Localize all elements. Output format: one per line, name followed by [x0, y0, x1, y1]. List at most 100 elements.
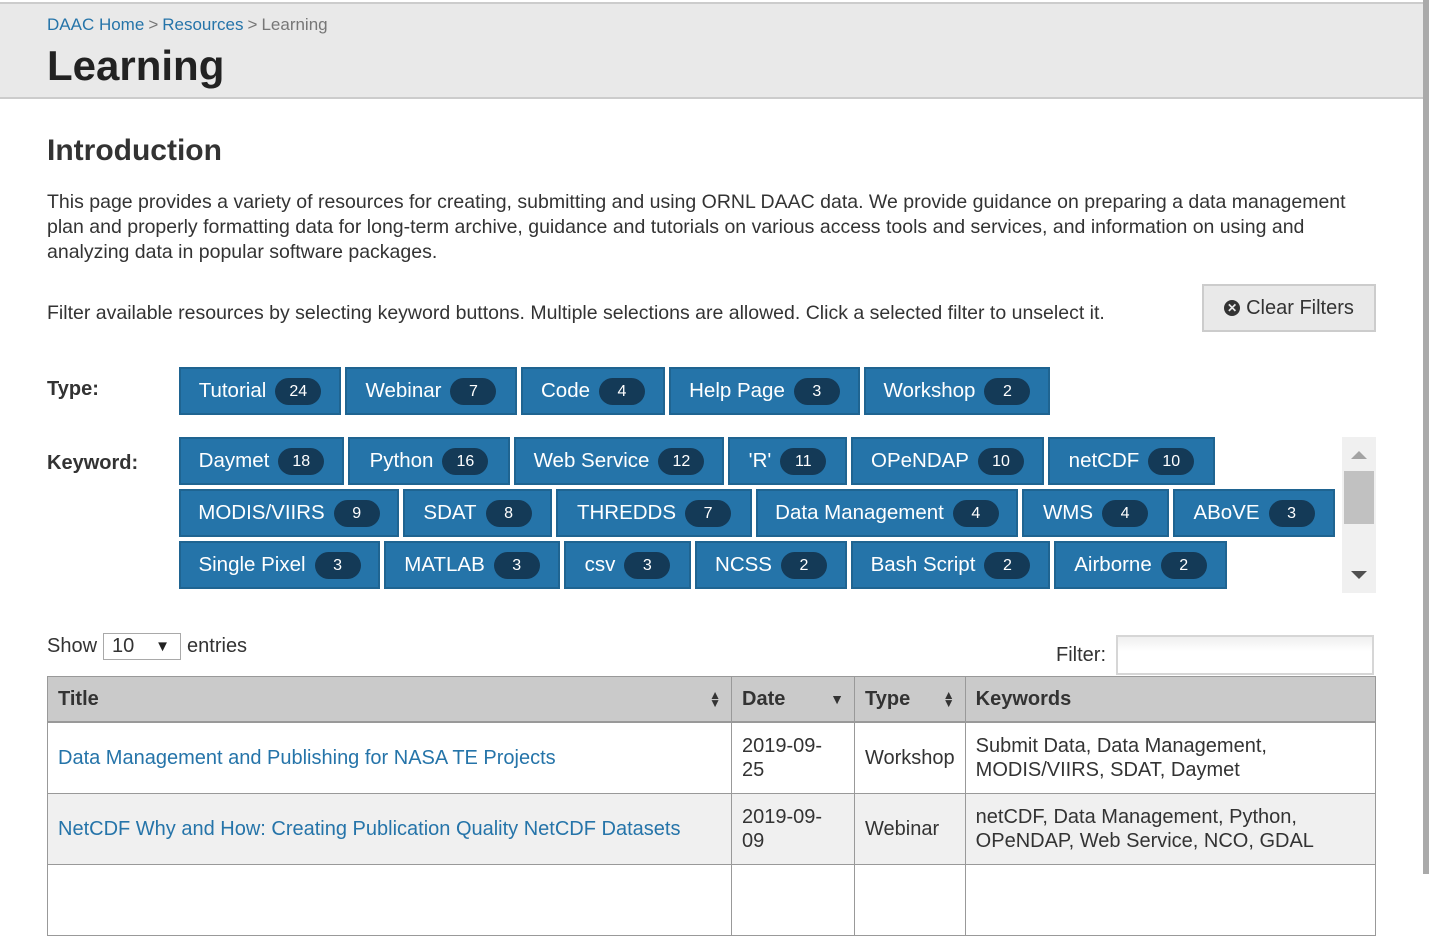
type-filter-buttons: Tutorial 24 Webinar 7 Code 4 Help Page 3 Wor… [179, 367, 1054, 419]
resource-link[interactable]: Data Management and Publishing for NASA … [58, 747, 556, 769]
page-title: Learning [47, 42, 225, 89]
keyword-button-sdat[interactable]: SDAT 8 [403, 489, 552, 537]
keyword-button-airborne[interactable]: Airborne 2 [1054, 541, 1227, 589]
count-badge: 9 [333, 499, 380, 527]
breadcrumb-current: Learning [261, 15, 328, 34]
cell-date [731, 864, 855, 936]
type-button-webinar[interactable]: Webinar 7 [345, 367, 517, 415]
type-button-tutorial[interactable]: Tutorial 24 [179, 367, 341, 415]
keyword-button-label: SDAT [423, 501, 477, 524]
cell-type: Webinar [854, 793, 966, 865]
breadcrumb-resources[interactable]: Resources [162, 15, 243, 34]
count-badge: 3 [624, 551, 671, 579]
keyword-button-web-service[interactable]: Web Service 12 [514, 437, 724, 485]
keyword-button-opendap[interactable]: OPeNDAP 10 [851, 437, 1044, 485]
cell-type: Workshop [854, 721, 966, 794]
count-badge: 4 [1102, 499, 1149, 527]
entries-label: entries [187, 635, 248, 657]
keyword-button-python[interactable]: Python 16 [348, 437, 510, 485]
column-header-title[interactable]: Title ▲ ▼ [47, 676, 732, 723]
count-badge: 18 [278, 447, 325, 475]
cell-date: 2019-09-25 [731, 721, 855, 794]
keyword-button-csv[interactable]: csv 3 [564, 541, 691, 589]
count-badge: 10 [977, 447, 1024, 475]
count-badge: 3 [1268, 499, 1315, 527]
scrollbar-thumb[interactable] [1344, 471, 1374, 524]
clear-filters-label: Clear Filters [1246, 296, 1354, 319]
breadcrumb-separator: > [148, 15, 159, 34]
keyword-button-label: 'R' [748, 449, 772, 472]
type-button-label: Help Page [689, 379, 785, 402]
cell-title [47, 864, 732, 936]
keyword-button-label: NCSS [715, 553, 772, 576]
page-length-select[interactable]: 10 ▼ [103, 633, 182, 660]
type-button-workshop[interactable]: Workshop 2 [864, 367, 1050, 415]
cell-title: Data Management and Publishing for NASA … [47, 721, 732, 794]
count-badge: 2 [984, 551, 1031, 579]
keyword-button-label: THREDDS [576, 501, 677, 524]
breadcrumb-daac-home[interactable]: DAAC Home [47, 15, 144, 34]
count-badge: 11 [780, 447, 827, 475]
keyword-button-label: Python [369, 449, 434, 472]
clear-filters-button[interactable]: ✕ Clear Filters [1202, 284, 1376, 332]
caret-down-icon: ▼ [155, 638, 171, 655]
keyword-button-modis-viirs[interactable]: MODIS/VIIRS 9 [179, 489, 399, 537]
count-badge: 16 [442, 447, 489, 475]
keyword-button-single-pixel[interactable]: Single Pixel 3 [179, 541, 380, 589]
column-header-label: Date [742, 687, 786, 710]
keyword-button-label: ABoVE [1193, 501, 1260, 524]
keyword-button-label: Data Management [775, 501, 944, 524]
keyword-button-ncss[interactable]: NCSS 2 [695, 541, 847, 589]
keyword-button-bash-script[interactable]: Bash Script 2 [851, 541, 1050, 589]
keyword-button-label: WMS [1042, 501, 1094, 524]
type-button-label: Workshop [883, 379, 976, 402]
keyword-button-thredds[interactable]: THREDDS 7 [556, 489, 752, 537]
filter-instructions: Filter available resources by selecting … [47, 302, 1105, 324]
column-header-label: Type [865, 687, 911, 710]
scroll-up-arrow-icon[interactable] [1351, 451, 1367, 459]
page-header: DAAC Home > Resources > Learning Learning [0, 2, 1423, 99]
keyword-filter-scroll-area[interactable]: Daymet 18 Python 16 Web Service 12 'R' 11 OP… [179, 437, 1343, 593]
count-badge: 4 [952, 499, 999, 527]
keyword-button-above[interactable]: ABoVE 3 [1173, 489, 1335, 537]
page-scrollbar[interactable] [1423, 0, 1429, 874]
type-button-code[interactable]: Code 4 [521, 367, 665, 415]
count-badge: 2 [1160, 551, 1207, 579]
count-badge: 4 [599, 377, 645, 405]
column-header-type[interactable]: Type ▲ ▼ [854, 676, 966, 723]
type-button-help-page[interactable]: Help Page 3 [669, 367, 860, 415]
keyword-button-label: Single Pixel [198, 553, 306, 576]
table-header-row: Title ▲ ▼ Date ▼ Type ▲ ▼ Keywords [47, 676, 1377, 723]
intro-heading: Introduction [47, 134, 222, 167]
count-badge: 2 [780, 551, 827, 579]
column-header-label: Keywords [975, 687, 1072, 710]
type-button-label: Webinar [365, 379, 442, 402]
keyword-button-wms[interactable]: WMS 4 [1022, 489, 1169, 537]
table-filter-input[interactable] [1116, 635, 1374, 675]
count-badge: 10 [1148, 447, 1195, 475]
page-length-value: 10 [112, 635, 135, 657]
keyword-filter-label: Keyword: [47, 452, 139, 474]
keyword-button-daymet[interactable]: Daymet 18 [179, 437, 344, 485]
keyword-button-label: Bash Script [870, 553, 976, 576]
keyword-button-r[interactable]: 'R' 11 [728, 437, 847, 485]
keyword-button-label: Daymet [198, 449, 270, 472]
breadcrumb-separator: > [247, 15, 258, 34]
keyword-button-label: netCDF [1068, 449, 1140, 472]
sort-desc-icon: ▼ [830, 691, 844, 707]
column-header-date[interactable]: Date ▼ [731, 676, 855, 723]
count-badge: 7 [685, 499, 732, 527]
show-label: Show [47, 635, 98, 657]
resource-link[interactable]: NetCDF Why and How: Creating Publication… [58, 818, 680, 840]
scroll-down-arrow-icon[interactable] [1351, 571, 1367, 579]
count-badge: 3 [314, 551, 361, 579]
keyword-button-netcdf[interactable]: netCDF 10 [1048, 437, 1215, 485]
filter-label: Filter: [1056, 643, 1106, 666]
sort-both-icon: ▲ ▼ [709, 688, 721, 710]
keyword-button-data-management[interactable]: Data Management 4 [756, 489, 1018, 537]
keyword-scrollbar[interactable] [1342, 437, 1376, 593]
sort-both-icon: ▲ ▼ [942, 688, 955, 710]
keyword-button-label: csv [584, 553, 616, 576]
cell-keywords [964, 864, 1377, 936]
keyword-button-matlab[interactable]: MATLAB 3 [384, 541, 560, 589]
